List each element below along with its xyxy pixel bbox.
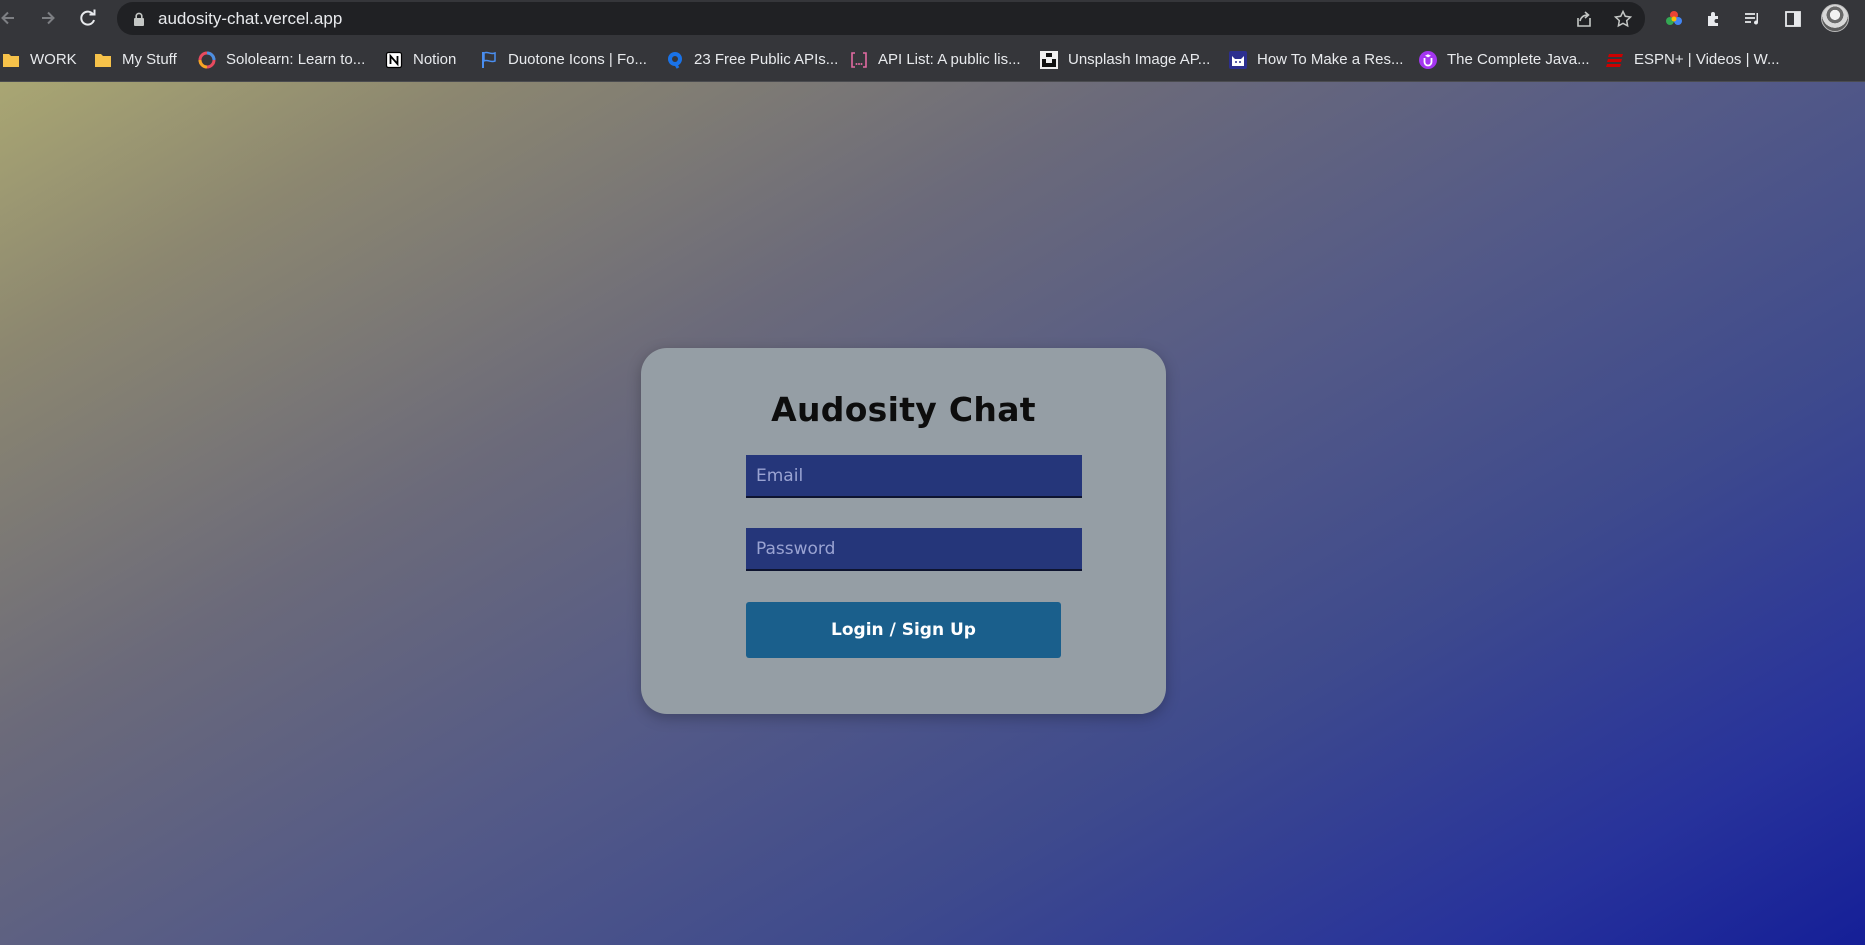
- address-bar[interactable]: audosity-chat.vercel.app: [117, 2, 1645, 35]
- bookmark-label: Notion: [413, 51, 457, 68]
- udemy-icon: [1419, 51, 1437, 69]
- back-arrow-icon[interactable]: [0, 6, 20, 30]
- rapidapi-icon: [666, 51, 684, 69]
- bookmark-label: Unsplash Image AP...: [1068, 51, 1211, 68]
- reload-icon[interactable]: [76, 6, 100, 30]
- bookmark-sololearn[interactable]: Sololearn: Learn to...: [198, 49, 365, 71]
- bookmark-espn[interactable]: ESPN+ | Videos | W...: [1606, 49, 1780, 71]
- bookmark-label: API List: A public lis...: [878, 51, 1021, 68]
- notion-icon: [385, 51, 403, 69]
- extensions-puzzle-icon[interactable]: [1702, 7, 1726, 31]
- lock-icon[interactable]: [133, 12, 145, 26]
- media-queue-icon[interactable]: [1741, 7, 1765, 31]
- forward-arrow-icon[interactable]: [36, 6, 60, 30]
- bookmark-label: How To Make a Res...: [1257, 51, 1404, 68]
- bookmark-notion[interactable]: Notion: [385, 49, 456, 71]
- email-field[interactable]: [746, 455, 1082, 498]
- color-picker-extension-icon[interactable]: [1662, 7, 1686, 31]
- bookmark-api-list[interactable]: API List: A public lis...: [850, 49, 1021, 71]
- side-panel-icon[interactable]: [1781, 7, 1805, 31]
- profile-avatar[interactable]: [1821, 4, 1849, 32]
- folder-icon: [2, 51, 20, 69]
- password-field[interactable]: [746, 528, 1082, 571]
- bookmark-label: My Stuff: [122, 51, 177, 68]
- bookmark-free-public-apis[interactable]: 23 Free Public APIs...: [666, 49, 838, 71]
- sololearn-icon: [198, 51, 216, 69]
- bookmark-unsplash[interactable]: Unsplash Image AP...: [1040, 49, 1210, 71]
- browser-toolbar: audosity-chat.vercel.app: [0, 0, 1865, 37]
- espn-icon: [1606, 51, 1624, 69]
- bookmark-label: 23 Free Public APIs...: [694, 51, 839, 68]
- bookmark-label: WORK: [30, 51, 77, 68]
- page-background: Audosity Chat Login / Sign Up: [0, 82, 1865, 945]
- bookmark-my-stuff[interactable]: My Stuff: [94, 49, 177, 71]
- bookmark-work[interactable]: WORK: [2, 49, 77, 71]
- folder-icon: [94, 51, 112, 69]
- bookmark-label: Sololearn: Learn to...: [226, 51, 366, 68]
- bookmark-duotone-icons[interactable]: Duotone Icons | Fo...: [480, 49, 647, 71]
- bookmarks-bar: WORK My Stuff Sololearn: Learn to... Not…: [0, 37, 1865, 82]
- app-title: Audosity Chat: [771, 390, 1036, 429]
- bookmark-label: ESPN+ | Videos | W...: [1634, 51, 1780, 68]
- flag-icon: [480, 51, 498, 69]
- bookmark-label: Duotone Icons | Fo...: [508, 51, 647, 68]
- login-card: Audosity Chat Login / Sign Up: [641, 348, 1166, 714]
- url-text[interactable]: audosity-chat.vercel.app: [158, 9, 342, 29]
- bookmark-label: The Complete Java...: [1447, 51, 1590, 68]
- bookmark-complete-java[interactable]: The Complete Java...: [1419, 49, 1590, 71]
- login-signup-button[interactable]: Login / Sign Up: [746, 602, 1061, 658]
- brackets-icon: [850, 51, 868, 69]
- unsplash-icon: [1040, 51, 1058, 69]
- bookmark-how-to-make[interactable]: How To Make a Res...: [1229, 49, 1403, 71]
- cat-icon: [1229, 51, 1247, 69]
- share-icon[interactable]: [1573, 8, 1595, 30]
- bookmark-star-icon[interactable]: [1612, 8, 1634, 30]
